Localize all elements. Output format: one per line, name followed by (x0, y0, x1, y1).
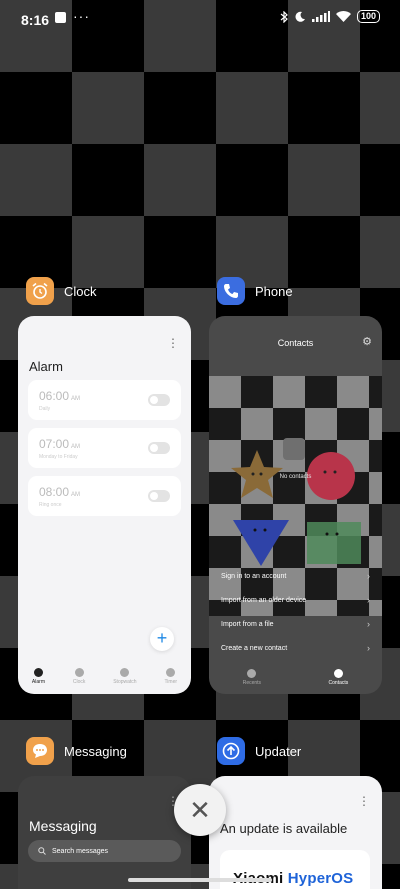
notification-icon (55, 12, 66, 23)
alarm-time: 07:00 AM (39, 437, 81, 451)
alarm-item: 06:00 AM Daily (28, 380, 181, 420)
close-icon: ✕ (189, 794, 211, 825)
alarm-time: 06:00 AM (39, 389, 81, 403)
app-name-updater: Updater (255, 743, 302, 759)
alarm-icon (33, 667, 43, 677)
phone-icon (217, 277, 245, 305)
status-bar: 8:16 ··· 100 (0, 0, 400, 38)
search-messages-field: Search messages (28, 840, 181, 862)
person-icon (333, 668, 343, 678)
phone-bottom-nav: Recents Contacts (209, 660, 382, 694)
messaging-page-title: Messaging (29, 818, 97, 834)
status-icons: 100 (280, 10, 380, 23)
nav-item-timer: Timer (164, 667, 177, 685)
hourglass-icon (166, 667, 176, 677)
nav-item-stopwatch: Stopwatch (113, 667, 137, 685)
moon-icon (295, 11, 305, 22)
alarm-repeat: Monday to Friday (39, 454, 78, 460)
more-menu-icon: ⋮ (167, 336, 179, 350)
contacts-title: Contacts (277, 338, 314, 348)
search-icon (38, 847, 46, 855)
phone-call-icon (247, 668, 257, 678)
alarm-item: 07:00 AM Monday to Friday (28, 428, 181, 468)
update-available-title: An update is available (220, 821, 348, 836)
nav-item-recents: Recents (243, 668, 261, 686)
search-placeholder: Search messages (52, 847, 109, 855)
alarm-time: 08:00 AM (39, 485, 81, 499)
stopwatch-icon (120, 667, 130, 677)
update-arrow-icon (217, 737, 245, 765)
alarm-toggle (148, 490, 170, 502)
chevron-right-icon: › (367, 595, 370, 605)
signal-icon (311, 11, 330, 22)
status-time: 8:16 (21, 12, 50, 28)
clock-page-title: Alarm (29, 359, 63, 374)
action-import-file: Import from a file › (221, 619, 370, 629)
bluetooth-icon (280, 10, 288, 23)
settings-gear-icon: ⚙ (362, 336, 372, 348)
alarm-clock-icon (26, 277, 54, 305)
nav-item-contacts: Contacts (329, 668, 348, 686)
app-header-messaging[interactable]: Messaging (26, 737, 127, 765)
square-shape-illustration (307, 522, 361, 564)
recent-card-updater[interactable]: ⋮ An update is available Xiaomi HyperOS (209, 776, 382, 889)
alarm-item: 08:00 AM Ring once (28, 476, 181, 516)
contact-actions-list: Sign in to an account › Import from an ol… (209, 564, 382, 660)
chat-bubble-icon (26, 737, 54, 765)
app-name-phone: Phone (255, 283, 293, 299)
battery-icon: 100 (356, 10, 380, 23)
home-indicator[interactable] (128, 878, 272, 882)
more-notifications-icon: ··· (73, 8, 90, 24)
nav-item-clock: Clock (73, 667, 85, 685)
chevron-right-icon: › (367, 619, 370, 629)
contact-card-icon (283, 438, 305, 460)
app-header-phone[interactable]: Phone (217, 277, 293, 305)
alarm-repeat: Ring once (39, 502, 62, 508)
triangle-shape-illustration (233, 520, 289, 566)
nav-item-alarm: Alarm (32, 667, 45, 685)
action-create-contact: Create a new contact › (221, 643, 370, 653)
clock-bottom-nav: Alarm Clock Stopwatch Timer (18, 658, 191, 694)
clear-all-button[interactable]: ✕ (174, 784, 226, 836)
empty-state-text: No contacts (279, 474, 312, 480)
recent-card-messaging[interactable]: ⋮ Messaging Search messages (18, 776, 191, 889)
wifi-icon (335, 11, 351, 22)
chevron-right-icon: › (367, 643, 370, 653)
action-import-device: Import from an older device › (221, 595, 370, 605)
action-sign-in: Sign in to an account › (221, 571, 370, 581)
app-name-messaging: Messaging (64, 743, 127, 759)
clock-icon (74, 667, 84, 677)
alarm-repeat: Daily (39, 406, 51, 412)
recent-card-phone[interactable]: Contacts ⚙ No contacts Sign in to an acc… (209, 316, 382, 694)
recent-card-clock[interactable]: ⋮ Alarm 06:00 AM Daily 07:00 AM Monday to … (18, 316, 191, 694)
app-header-clock[interactable]: Clock (26, 277, 97, 305)
add-alarm-button: + (150, 627, 174, 651)
app-name-clock: Clock (64, 283, 97, 299)
alarm-toggle (148, 394, 170, 406)
alarm-toggle (148, 442, 170, 454)
app-header-updater[interactable]: Updater (217, 737, 301, 765)
more-menu-icon: ⋮ (358, 794, 370, 808)
update-banner: Xiaomi HyperOS (220, 850, 370, 889)
chevron-right-icon: › (367, 571, 370, 581)
